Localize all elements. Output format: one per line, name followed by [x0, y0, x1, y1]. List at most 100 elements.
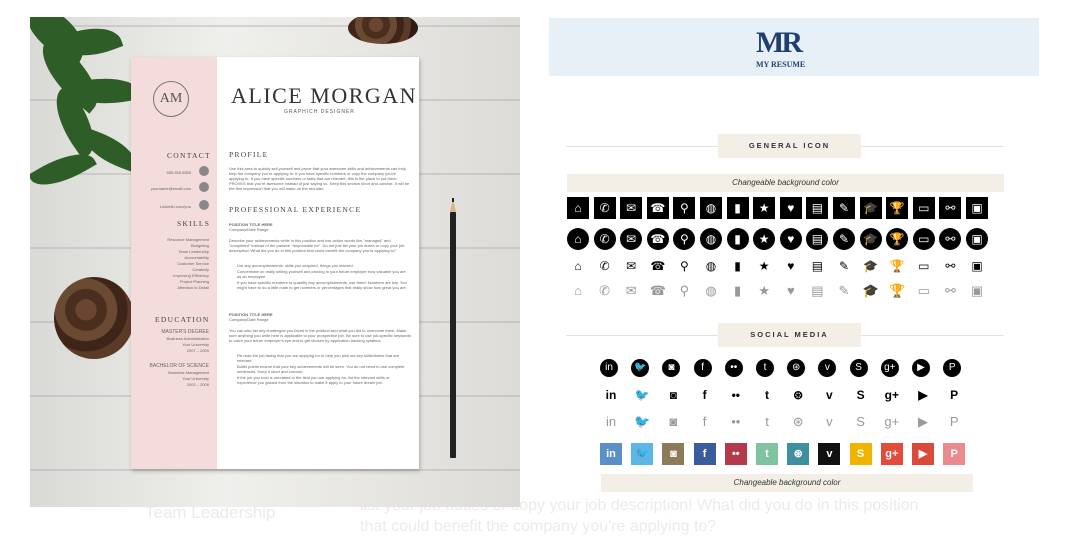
- job-bullet: If the job you hold is unrelated to the …: [237, 375, 390, 385]
- skill-item: Accountability: [184, 255, 209, 260]
- job-bullet: Bullet points ensure that your key achie…: [237, 364, 405, 374]
- skype-icon: S: [849, 359, 868, 377]
- skill-item: Budgeting: [190, 243, 209, 248]
- pen-icon: ✎: [838, 282, 850, 298]
- map-pin-icon: ⚲: [673, 197, 696, 219]
- job-bullet: Re-read the job listing that you are app…: [237, 353, 400, 363]
- dribbble-icon: ⊛: [787, 443, 810, 465]
- paperclip-icon: ⚯: [945, 259, 956, 273]
- mail-icon: [199, 182, 209, 192]
- youtube-icon: ▶: [912, 359, 930, 377]
- instagram-icon: ◙: [662, 359, 681, 377]
- skype-icon: S: [856, 388, 865, 402]
- document-icon: ▤: [806, 197, 829, 219]
- google-plus-icon: g+: [884, 388, 899, 402]
- heart-icon: ♥: [787, 259, 795, 273]
- twitter-icon: 🐦: [631, 443, 654, 465]
- briefcase-icon: ▣: [970, 282, 984, 298]
- vimeo-icon: v: [826, 413, 833, 429]
- skill-item: Project Planning: [179, 279, 209, 284]
- pinterest-icon: P: [949, 413, 959, 429]
- chat-icon: ▭: [912, 228, 935, 250]
- instagram-icon: ◙: [669, 413, 678, 429]
- job-bullet: Concentrate on really selling yourself a…: [237, 269, 406, 279]
- caption-bottom: Changeable background color: [601, 474, 973, 492]
- heart-icon: ♥: [779, 197, 802, 219]
- education-line: 2002 – 2006: [186, 382, 209, 387]
- profile-heading: PROFILE: [229, 150, 269, 159]
- tumblr-icon: t: [765, 388, 769, 402]
- mail-icon: ✉: [625, 282, 637, 298]
- mail-icon: ✉: [626, 259, 637, 273]
- telephone-icon: ☎: [650, 259, 666, 273]
- youtube-icon: ▶: [918, 413, 928, 429]
- briefcase-icon: ▣: [971, 259, 983, 273]
- pen-icon: ✎: [833, 197, 855, 219]
- dribbble-icon: ⊛: [793, 388, 804, 402]
- job-company: Company/Date Range: [229, 317, 269, 322]
- instagram-icon: ◙: [669, 388, 678, 402]
- home-icon: ⌂: [567, 197, 589, 219]
- phone-icon: ✆: [599, 282, 611, 298]
- brand-logo: MR: [756, 26, 803, 59]
- trophy-icon: 🏆: [889, 282, 906, 298]
- pinecone-top: [348, 17, 418, 44]
- dribbble-icon: ⊛: [787, 359, 806, 377]
- briefcase-icon: ▣: [966, 197, 988, 219]
- twitter-icon: 🐦: [634, 413, 651, 429]
- vimeo-icon: v: [818, 359, 837, 377]
- caption-top: Changeable background color: [567, 174, 1004, 192]
- linkedin-icon: in: [605, 413, 617, 429]
- pinterest-icon: P: [943, 443, 966, 465]
- google-plus-icon: g+: [880, 443, 903, 465]
- pen-icon: ✎: [838, 259, 850, 273]
- education-line: Your University: [182, 342, 209, 347]
- star-icon: ★: [753, 228, 776, 250]
- skill-item: Resource Management: [167, 237, 209, 242]
- star-icon: ★: [758, 259, 770, 273]
- star-icon: ★: [758, 282, 771, 298]
- phone-icon: [199, 166, 209, 176]
- chat-icon: ▭: [918, 259, 930, 273]
- dribbble-icon: ⊛: [792, 413, 804, 429]
- map-pin-icon: ⚲: [673, 228, 696, 250]
- skill-item: Attention to Detail: [177, 285, 209, 290]
- google-plus-icon: g+: [884, 413, 900, 429]
- instagram-icon: ◙: [662, 443, 685, 465]
- trophy-icon: 🏆: [889, 259, 905, 273]
- telephone-icon: ☎: [649, 282, 666, 298]
- home-icon: ⌂: [574, 259, 582, 273]
- tumblr-icon: t: [756, 359, 774, 377]
- trophy-icon: 🏆: [886, 228, 909, 250]
- facebook-icon: f: [702, 388, 707, 402]
- vimeo-icon: v: [826, 388, 833, 402]
- graduation-cap-icon: 🎓: [863, 259, 879, 273]
- pinecone-left: [54, 277, 134, 359]
- contact-item: Linkedin.com/you: [159, 204, 191, 209]
- education-line: Business Administration: [166, 336, 209, 341]
- education-line: 2007 – 2009: [186, 348, 209, 353]
- phone-icon: ✆: [593, 228, 616, 250]
- background-text-line: that could benefit the company you're ap…: [360, 518, 717, 535]
- chart-icon: ▮: [734, 282, 742, 298]
- flickr-icon: ••: [724, 359, 743, 377]
- contact-item: 555.555.5555: [166, 170, 191, 175]
- mail-icon: ✉: [620, 197, 643, 219]
- job-description: Describe your achievements while in this…: [229, 238, 405, 253]
- map-pin-icon: ⚲: [679, 282, 690, 298]
- brand-header: MR MY RESUME: [549, 18, 1039, 76]
- job-bullet: If you have specific numbers to quantify…: [237, 280, 407, 290]
- trophy-icon: 🏆: [886, 197, 909, 219]
- twitter-icon: 🐦: [631, 359, 650, 377]
- resume-name: ALICE MORGAN: [231, 83, 418, 108]
- facebook-icon: f: [702, 413, 707, 429]
- youtube-icon: ▶: [912, 443, 934, 465]
- skill-item: Creativity: [192, 267, 209, 272]
- globe-icon: ◍: [700, 228, 722, 250]
- vimeo-icon: v: [818, 443, 841, 465]
- mail-icon: ✉: [620, 228, 643, 250]
- job-bullet: List any accomplishments, skills you acq…: [237, 263, 354, 268]
- linkedin-icon: in: [600, 443, 622, 465]
- facebook-icon: f: [693, 359, 712, 377]
- chat-icon: ▭: [912, 197, 935, 219]
